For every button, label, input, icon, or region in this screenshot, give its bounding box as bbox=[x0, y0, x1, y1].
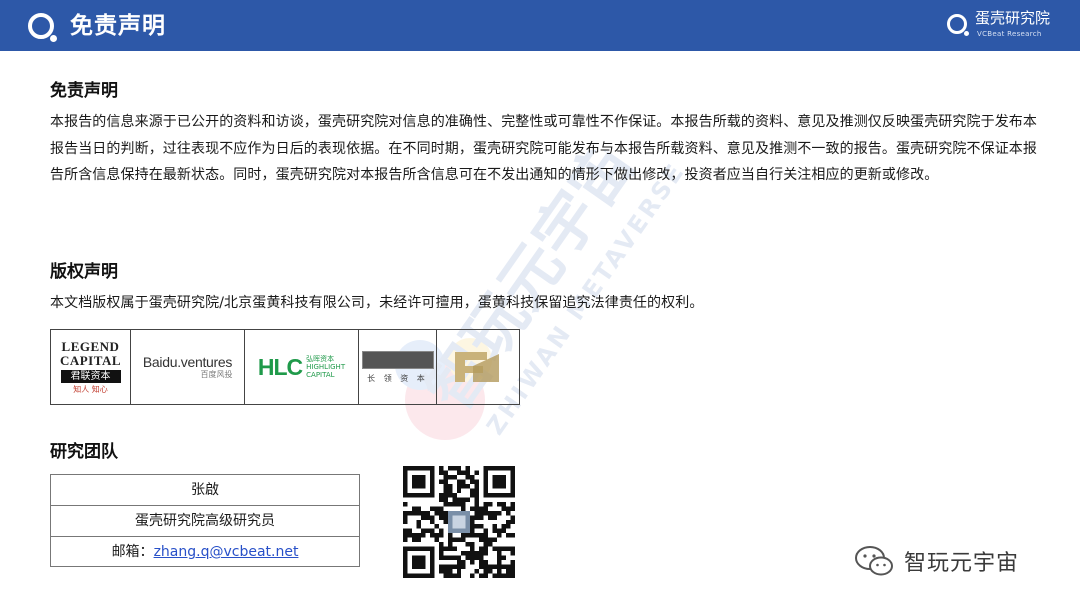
changling-capital-logo: 长 领 资 本 bbox=[359, 330, 437, 404]
disclaimer-heading: 免责声明 bbox=[50, 81, 118, 101]
investor-logos: LEGEND CAPITAL 君联资本 知人 知心 Baidu.ventures… bbox=[50, 329, 520, 405]
copyright-heading: 版权声明 bbox=[50, 262, 118, 282]
baidu-name: Baidu.ventures bbox=[142, 354, 233, 370]
legend-tagline: 知人 知心 bbox=[73, 384, 108, 394]
changling-cn: 长 领 资 本 bbox=[367, 373, 428, 383]
team-table: 张啟 蛋壳研究院高级研究员 邮箱：zhang.q@vcbeat.net bbox=[50, 474, 360, 567]
baidu-cn: 百度风投 bbox=[200, 370, 233, 379]
brand-name: 蛋壳研究院 bbox=[975, 9, 1051, 27]
brand-logo-icon bbox=[947, 14, 969, 36]
disclaimer-body: 本报告的信息来源于已公开的资料和访谈，蛋壳研究院对信息的准确性、完整性或可靠性不… bbox=[50, 114, 1037, 183]
legend-line2: CAPITAL bbox=[59, 352, 122, 368]
baidu-ventures-logo: Baidu.ventures 百度风投 bbox=[131, 330, 245, 404]
hlc-en2: CAPITAL bbox=[306, 371, 335, 379]
wechat-account-name: 智玩元宇宙 bbox=[904, 551, 1020, 576]
vcbeat-logo-icon bbox=[28, 13, 57, 42]
team-member-email-row: 邮箱：zhang.q@vcbeat.net bbox=[51, 537, 359, 567]
hlc-cn: 弘晖资本 bbox=[306, 355, 335, 363]
changling-mark-icon bbox=[361, 350, 434, 369]
gold-logo-icon bbox=[455, 352, 499, 382]
wechat-account: 智玩元宇宙 bbox=[854, 541, 1019, 581]
wechat-icon bbox=[855, 546, 893, 576]
team-member-name: 张啟 bbox=[51, 475, 359, 506]
gold-capital-logo bbox=[437, 330, 517, 404]
team-heading: 研究团队 bbox=[50, 442, 118, 462]
copyright-body: 本文档版权属于蛋壳研究院/北京蛋黄科技有限公司，未经许可擅用，蛋黄科技保留追究法… bbox=[50, 295, 704, 311]
legend-line1: LEGEND bbox=[61, 338, 120, 354]
email-label: 邮箱： bbox=[111, 544, 154, 560]
hlc-logo: HLC 弘晖资本 HIGHLIGHT CAPITAL bbox=[245, 330, 359, 404]
hlc-en: HIGHLIGHT bbox=[306, 363, 346, 371]
legend-cn: 君联资本 bbox=[60, 369, 121, 383]
qr-code-icon bbox=[403, 466, 515, 578]
email-link[interactable]: zhang.q@vcbeat.net bbox=[154, 544, 299, 560]
team-member-role: 蛋壳研究院高级研究员 bbox=[51, 506, 359, 537]
hlc-mark: HLC bbox=[257, 353, 303, 380]
page-title: 免责声明 bbox=[70, 13, 166, 39]
header-bar: 免责声明 蛋壳研究院 VCBeat Research bbox=[0, 0, 1080, 51]
brand-subtitle: VCBeat Research bbox=[977, 30, 1042, 38]
legend-capital-logo: LEGEND CAPITAL 君联资本 知人 知心 bbox=[51, 330, 131, 404]
